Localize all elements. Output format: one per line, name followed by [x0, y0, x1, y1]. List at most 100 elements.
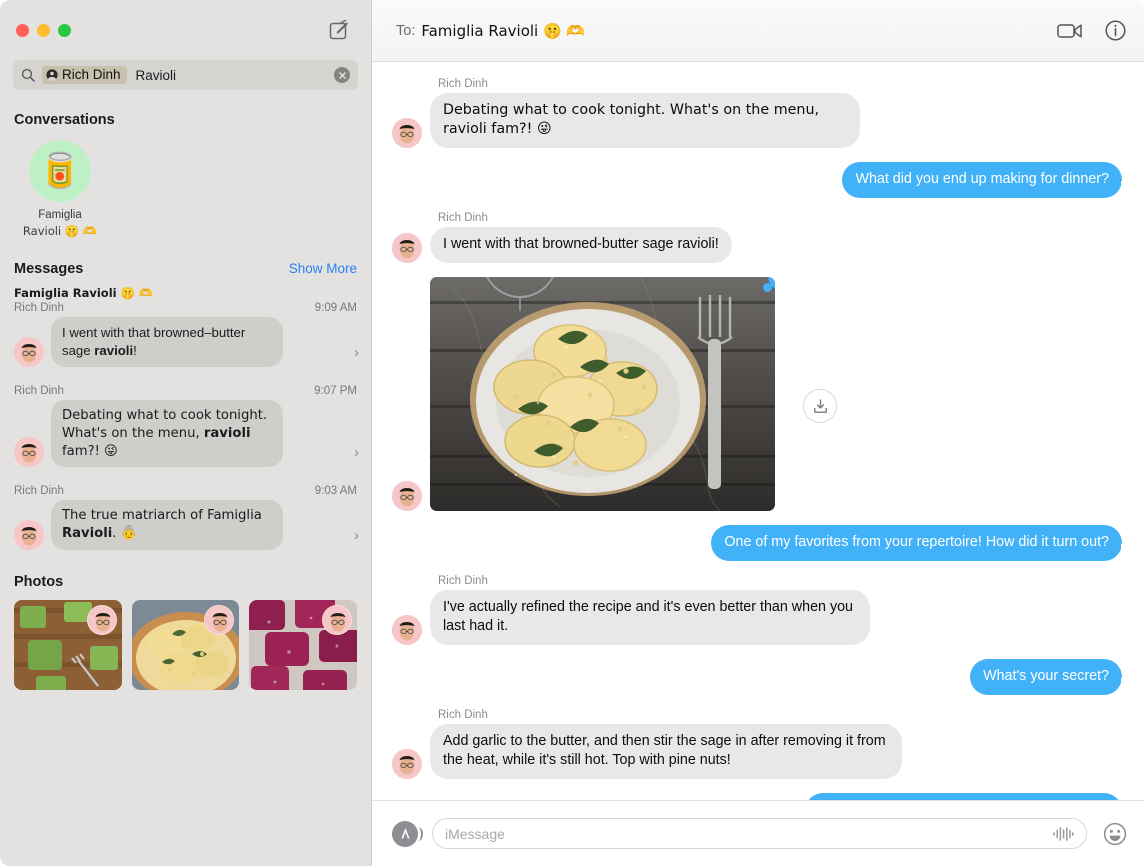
- clear-icon[interactable]: [334, 67, 350, 83]
- avatar: [322, 604, 353, 635]
- list-item[interactable]: Famiglia Ravioli 🤫 🫶 Rich Dinh 9:09 AM I…: [0, 283, 371, 373]
- messages-window: Rich Dinh Ravioli Conversations 🥫 Famigl…: [0, 0, 1144, 866]
- avatar: [392, 481, 422, 511]
- conversations-strip: 🥫 Famiglia Ravioli 🤫 🫶: [0, 128, 371, 239]
- result-message-text: The true matriarch of Famiglia Ravioli. …: [51, 500, 283, 550]
- show-more-link[interactable]: Show More: [289, 261, 357, 276]
- result-time: 9:09 AM: [314, 302, 357, 315]
- conversation-item-famiglia-ravioli[interactable]: 🥫 Famiglia Ravioli 🤫 🫶: [12, 140, 108, 239]
- message-row: What did you end up making for dinner?: [392, 162, 1130, 198]
- message-row: Debating what to cook tonight. What's on…: [392, 93, 1122, 148]
- message-sender: Rich Dinh: [438, 212, 488, 224]
- message-bubble[interactable]: Debating what to cook tonight. What's on…: [422, 93, 860, 148]
- message-bubble[interactable]: Add garlic to the butter, and then stir …: [422, 724, 902, 779]
- result-sender: Rich Dinh: [14, 384, 64, 397]
- message-bubble[interactable]: What's your secret?: [970, 659, 1130, 695]
- message-row: Add garlic to the butter, and then stir …: [392, 724, 1122, 779]
- zoom-button[interactable]: [58, 23, 71, 37]
- chevron-right-icon[interactable]: ›: [354, 527, 359, 550]
- audio-waveform-icon[interactable]: [1052, 826, 1074, 842]
- message-bubble[interactable]: One of my favorites from your repertoire…: [711, 525, 1130, 561]
- person-circle-icon: [46, 68, 58, 81]
- to-label: To:: [396, 22, 416, 39]
- attachment-row: [392, 277, 1122, 511]
- result-text-highlight: ravioli: [94, 343, 134, 359]
- result-group-title: Famiglia Ravioli 🤫 🫶: [14, 286, 154, 301]
- video-camera-icon[interactable]: [1057, 22, 1083, 40]
- result-text-before: The true matriarch of Famiglia: [62, 508, 262, 524]
- message-sender: Rich Dinh: [438, 78, 488, 90]
- header-actions: [1057, 20, 1126, 41]
- photos-header-label: Photos: [14, 573, 64, 590]
- recipient-name[interactable]: Famiglia Ravioli 🤫 🫶: [421, 22, 585, 40]
- compose-icon[interactable]: [327, 18, 351, 42]
- search-input[interactable]: Ravioli: [133, 68, 328, 83]
- conversation-header: To: Famiglia Ravioli 🤫 🫶: [372, 0, 1144, 62]
- emoji-smiley-icon[interactable]: [1101, 820, 1128, 847]
- conversation-item-label: Famiglia Ravioli 🤫 🫶: [12, 208, 108, 239]
- message-sender: Rich Dinh: [438, 709, 488, 721]
- photo-thumbnail[interactable]: [249, 599, 358, 690]
- result-text-after: . 👵: [112, 526, 138, 542]
- avatar: [392, 749, 422, 779]
- search-token-label: Rich Dinh: [62, 67, 121, 82]
- conversation-pane: To: Famiglia Ravioli 🤫 🫶 Rich Dinh Debat…: [372, 0, 1144, 866]
- message-row: I went with that browned-butter sage rav…: [392, 227, 1122, 263]
- message-row: I've actually refined the recipe and it'…: [392, 590, 1122, 645]
- conversation-name-line2: Ravioli 🤫 🫶: [22, 223, 98, 238]
- message-bubble[interactable]: I've actually refined the recipe and it'…: [422, 590, 870, 645]
- avatar: [392, 233, 422, 263]
- search-results-list: Famiglia Ravioli 🤫 🫶 Rich Dinh 9:09 AM I…: [0, 277, 371, 556]
- message-row: One of my favorites from your repertoire…: [392, 525, 1130, 561]
- message-transcript: Rich Dinh Debating what to cook tonight.…: [372, 62, 1144, 800]
- window-controls: [16, 23, 71, 37]
- conversation-name-line1: Famiglia: [38, 209, 82, 221]
- result-time: 9:03 AM: [314, 485, 357, 498]
- message-row: Incredible. I have to try making this fo…: [392, 793, 1122, 800]
- chevron-right-icon[interactable]: ›: [354, 344, 359, 367]
- avatar: [392, 615, 422, 645]
- message-bubble[interactable]: Incredible. I have to try making this fo…: [805, 793, 1122, 800]
- search-icon: [21, 68, 36, 82]
- photos-header: Photos: [0, 574, 371, 590]
- tomato-can-icon: 🥫: [38, 151, 82, 191]
- minimize-button[interactable]: [37, 23, 50, 37]
- search-token[interactable]: Rich Dinh: [42, 66, 127, 84]
- title-bar: [0, 0, 371, 60]
- message-input-placeholder: iMessage: [445, 825, 505, 842]
- avatar: [14, 519, 44, 550]
- sidebar: Rich Dinh Ravioli Conversations 🥫 Famigl…: [0, 0, 372, 866]
- result-message-text: I went with that browned–butter sage rav…: [51, 317, 283, 367]
- avatar: [14, 437, 44, 468]
- photos-grid: [0, 590, 371, 690]
- result-text-after: !: [133, 343, 137, 359]
- messages-header-label: Messages: [14, 261, 84, 278]
- result-message-text: Debating what to cook tonight. What's on…: [51, 399, 283, 468]
- result-sender: Rich Dinh: [14, 302, 64, 315]
- search-field[interactable]: Rich Dinh Ravioli: [13, 60, 358, 90]
- download-icon[interactable]: [803, 389, 837, 423]
- avatar: [86, 604, 117, 635]
- message-bubble[interactable]: I went with that browned-butter sage rav…: [422, 227, 732, 263]
- result-text-before: I went with that browned–butter sage: [62, 325, 246, 359]
- message-bubble[interactable]: What did you end up making for dinner?: [842, 162, 1130, 198]
- result-time: 9:07 PM: [314, 384, 357, 397]
- conversations-header: Conversations: [0, 112, 371, 128]
- close-button[interactable]: [16, 23, 29, 37]
- avatar: 🥫: [29, 140, 91, 202]
- chevron-right-icon[interactable]: ›: [354, 444, 359, 467]
- avatar: [14, 336, 44, 367]
- photo-thumbnail[interactable]: [14, 599, 122, 690]
- info-circle-icon[interactable]: [1105, 20, 1126, 41]
- message-row: What's your secret?: [392, 659, 1130, 695]
- message-input[interactable]: iMessage: [432, 818, 1087, 849]
- result-text-after: fam?! 😜: [62, 443, 118, 459]
- message-image-attachment[interactable]: [430, 277, 775, 511]
- app-store-icon[interactable]: [392, 820, 423, 847]
- conversations-header-label: Conversations: [14, 112, 115, 128]
- photo-thumbnail[interactable]: [131, 599, 240, 690]
- list-item[interactable]: Rich Dinh 9:07 PM Debating what to cook …: [0, 383, 371, 473]
- result-text-highlight: ravioli: [203, 425, 251, 441]
- list-item[interactable]: Rich Dinh 9:03 AM The true matriarch of …: [0, 483, 371, 556]
- search-bar[interactable]: Rich Dinh Ravioli: [0, 60, 371, 90]
